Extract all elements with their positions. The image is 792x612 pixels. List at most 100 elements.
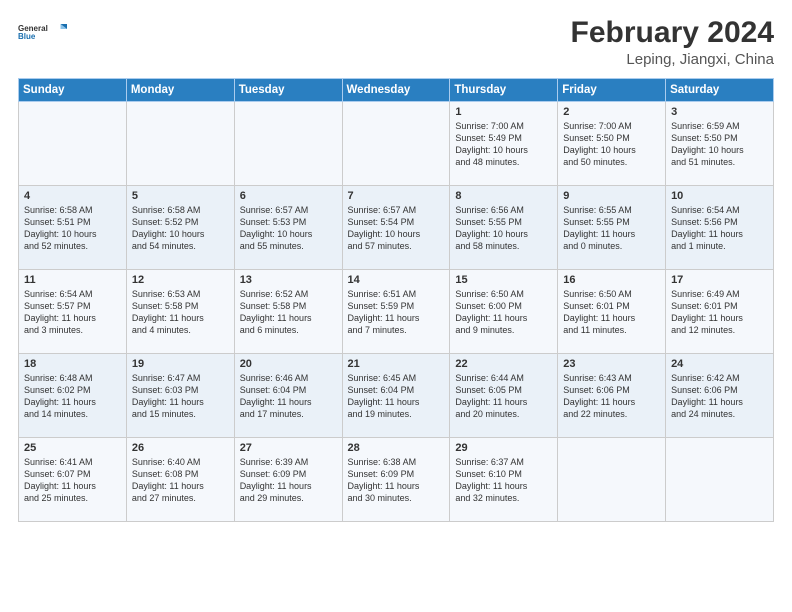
day-number: 21 <box>348 358 445 370</box>
page: General Blue February 2024 Leping, Jiang… <box>0 0 792 532</box>
cell-w4-d6: 23 Sunrise: 6:43 AM Sunset: 6:06 PM Dayli… <box>558 354 666 438</box>
cell-w1-d4 <box>342 102 450 186</box>
cell-w2-d1: 4 Sunrise: 6:58 AM Sunset: 5:51 PM Daylig… <box>19 186 127 270</box>
day-info: Sunrise: 7:00 AM Sunset: 5:50 PM Dayligh… <box>563 120 660 169</box>
logo: General Blue <box>18 16 68 48</box>
week-row-3: 11Sunrise: 6:54 AM Sunset: 5:57 PM Dayli… <box>19 270 774 354</box>
day-number: 6 <box>240 190 337 202</box>
calendar-header: Sunday Monday Tuesday Wednesday Thursday… <box>19 79 774 102</box>
day-number: 13 <box>240 274 337 286</box>
day-info: Sunrise: 6:47 AM Sunset: 6:03 PM Dayligh… <box>132 372 229 421</box>
day-number: 20 <box>240 358 337 370</box>
col-monday: Monday <box>126 79 234 102</box>
day-info: Sunrise: 6:48 AM Sunset: 6:02 PM Dayligh… <box>24 372 121 421</box>
header: General Blue February 2024 Leping, Jiang… <box>18 16 774 68</box>
day-info: Sunrise: 6:57 AM Sunset: 5:54 PM Dayligh… <box>348 204 445 253</box>
day-number: 3 <box>671 106 768 118</box>
day-number: 15 <box>455 274 552 286</box>
day-number: 16 <box>563 274 660 286</box>
day-info: Sunrise: 6:59 AM Sunset: 5:50 PM Dayligh… <box>671 120 768 169</box>
day-info: Sunrise: 6:52 AM Sunset: 5:58 PM Dayligh… <box>240 288 337 337</box>
day-info: Sunrise: 6:54 AM Sunset: 5:56 PM Dayligh… <box>671 204 768 253</box>
day-number: 19 <box>132 358 229 370</box>
cell-w2-d3: 6 Sunrise: 6:57 AM Sunset: 5:53 PM Daylig… <box>234 186 342 270</box>
logo-svg: General Blue <box>18 16 68 48</box>
day-number: 29 <box>455 442 552 454</box>
day-info: Sunrise: 6:46 AM Sunset: 6:04 PM Dayligh… <box>240 372 337 421</box>
cell-w1-d3 <box>234 102 342 186</box>
calendar-table: Sunday Monday Tuesday Wednesday Thursday… <box>18 78 774 522</box>
cell-w4-d4: 21 Sunrise: 6:45 AM Sunset: 6:04 PM Dayli… <box>342 354 450 438</box>
col-thursday: Thursday <box>450 79 558 102</box>
day-number: 17 <box>671 274 768 286</box>
day-info: Sunrise: 6:50 AM Sunset: 6:00 PM Dayligh… <box>455 288 552 337</box>
day-info: Sunrise: 6:43 AM Sunset: 6:06 PM Dayligh… <box>563 372 660 421</box>
cell-w3-d1: 11Sunrise: 6:54 AM Sunset: 5:57 PM Dayli… <box>19 270 127 354</box>
cell-w3-d3: 13 Sunrise: 6:52 AM Sunset: 5:58 PM Dayli… <box>234 270 342 354</box>
day-number: 23 <box>563 358 660 370</box>
day-info: Sunrise: 6:38 AM Sunset: 6:09 PM Dayligh… <box>348 456 445 505</box>
col-tuesday: Tuesday <box>234 79 342 102</box>
day-info: Sunrise: 6:41 AM Sunset: 6:07 PM Dayligh… <box>24 456 121 505</box>
cell-w4-d5: 22 Sunrise: 6:44 AM Sunset: 6:05 PM Dayli… <box>450 354 558 438</box>
day-info: Sunrise: 6:37 AM Sunset: 6:10 PM Dayligh… <box>455 456 552 505</box>
week-row-4: 18 Sunrise: 6:48 AM Sunset: 6:02 PM Dayli… <box>19 354 774 438</box>
cell-w4-d3: 20 Sunrise: 6:46 AM Sunset: 6:04 PM Dayli… <box>234 354 342 438</box>
day-info: Sunrise: 6:56 AM Sunset: 5:55 PM Dayligh… <box>455 204 552 253</box>
day-info: Sunrise: 6:54 AM Sunset: 5:57 PM Dayligh… <box>24 288 121 337</box>
day-number: 22 <box>455 358 552 370</box>
day-info: Sunrise: 6:51 AM Sunset: 5:59 PM Dayligh… <box>348 288 445 337</box>
day-info: Sunrise: 6:42 AM Sunset: 6:06 PM Dayligh… <box>671 372 768 421</box>
day-number: 25 <box>24 442 121 454</box>
cell-w5-d7 <box>666 438 774 522</box>
cell-w3-d6: 16 Sunrise: 6:50 AM Sunset: 6:01 PM Dayli… <box>558 270 666 354</box>
day-info: Sunrise: 6:53 AM Sunset: 5:58 PM Dayligh… <box>132 288 229 337</box>
col-friday: Friday <box>558 79 666 102</box>
day-info: Sunrise: 6:55 AM Sunset: 5:55 PM Dayligh… <box>563 204 660 253</box>
day-number: 26 <box>132 442 229 454</box>
col-saturday: Saturday <box>666 79 774 102</box>
header-row: Sunday Monday Tuesday Wednesday Thursday… <box>19 79 774 102</box>
day-number: 14 <box>348 274 445 286</box>
cell-w1-d7: 3 Sunrise: 6:59 AM Sunset: 5:50 PM Daylig… <box>666 102 774 186</box>
cell-w5-d2: 26 Sunrise: 6:40 AM Sunset: 6:08 PM Dayli… <box>126 438 234 522</box>
day-number: 8 <box>455 190 552 202</box>
day-info: Sunrise: 6:57 AM Sunset: 5:53 PM Dayligh… <box>240 204 337 253</box>
day-number: 27 <box>240 442 337 454</box>
cell-w2-d6: 9Sunrise: 6:55 AM Sunset: 5:55 PM Daylig… <box>558 186 666 270</box>
day-number: 18 <box>24 358 121 370</box>
cell-w3-d5: 15 Sunrise: 6:50 AM Sunset: 6:00 PM Dayli… <box>450 270 558 354</box>
day-number: 5 <box>132 190 229 202</box>
day-number: 4 <box>24 190 121 202</box>
day-number: 7 <box>348 190 445 202</box>
cell-w5-d6 <box>558 438 666 522</box>
day-info: Sunrise: 7:00 AM Sunset: 5:49 PM Dayligh… <box>455 120 552 169</box>
cell-w1-d1 <box>19 102 127 186</box>
cell-w4-d7: 24 Sunrise: 6:42 AM Sunset: 6:06 PM Dayli… <box>666 354 774 438</box>
svg-text:Blue: Blue <box>18 32 36 41</box>
day-number: 24 <box>671 358 768 370</box>
cell-w5-d4: 28 Sunrise: 6:38 AM Sunset: 6:09 PM Dayli… <box>342 438 450 522</box>
cell-w5-d1: 25 Sunrise: 6:41 AM Sunset: 6:07 PM Dayli… <box>19 438 127 522</box>
cell-w3-d2: 12 Sunrise: 6:53 AM Sunset: 5:58 PM Dayli… <box>126 270 234 354</box>
calendar-body: 1Sunrise: 7:00 AM Sunset: 5:49 PM Daylig… <box>19 102 774 522</box>
cell-w2-d5: 8 Sunrise: 6:56 AM Sunset: 5:55 PM Daylig… <box>450 186 558 270</box>
cell-w5-d3: 27Sunrise: 6:39 AM Sunset: 6:09 PM Dayli… <box>234 438 342 522</box>
day-number: 12 <box>132 274 229 286</box>
day-info: Sunrise: 6:58 AM Sunset: 5:51 PM Dayligh… <box>24 204 121 253</box>
cell-w4-d1: 18 Sunrise: 6:48 AM Sunset: 6:02 PM Dayli… <box>19 354 127 438</box>
day-info: Sunrise: 6:44 AM Sunset: 6:05 PM Dayligh… <box>455 372 552 421</box>
week-row-5: 25 Sunrise: 6:41 AM Sunset: 6:07 PM Dayli… <box>19 438 774 522</box>
day-info: Sunrise: 6:49 AM Sunset: 6:01 PM Dayligh… <box>671 288 768 337</box>
cell-w4-d2: 19 Sunrise: 6:47 AM Sunset: 6:03 PM Dayli… <box>126 354 234 438</box>
day-info: Sunrise: 6:40 AM Sunset: 6:08 PM Dayligh… <box>132 456 229 505</box>
day-number: 10 <box>671 190 768 202</box>
main-title: February 2024 <box>571 16 774 49</box>
title-block: February 2024 Leping, Jiangxi, China <box>571 16 774 68</box>
cell-w3-d7: 17 Sunrise: 6:49 AM Sunset: 6:01 PM Dayli… <box>666 270 774 354</box>
day-number: 28 <box>348 442 445 454</box>
cell-w2-d2: 5Sunrise: 6:58 AM Sunset: 5:52 PM Daylig… <box>126 186 234 270</box>
day-info: Sunrise: 6:50 AM Sunset: 6:01 PM Dayligh… <box>563 288 660 337</box>
cell-w5-d5: 29 Sunrise: 6:37 AM Sunset: 6:10 PM Dayli… <box>450 438 558 522</box>
day-info: Sunrise: 6:45 AM Sunset: 6:04 PM Dayligh… <box>348 372 445 421</box>
